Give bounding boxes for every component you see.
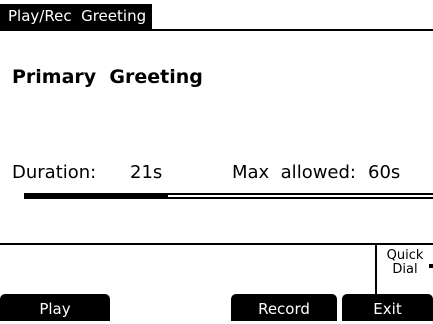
quick-dial-line2: Dial: [392, 262, 418, 277]
exit-softkey[interactable]: Exit: [342, 294, 433, 321]
quick-dial-indicator-icon: [429, 264, 433, 268]
record-softkey[interactable]: Record: [231, 294, 337, 321]
duration-label: Duration:: [12, 162, 97, 183]
phone-screen: Play/Rec Greeting Primary Greeting Durat…: [0, 0, 433, 321]
max-allowed-value: 60s: [368, 162, 401, 183]
greeting-heading: Primary Greeting: [12, 66, 203, 88]
quick-dial-line1: Quick: [386, 248, 424, 263]
softkey-divider: [0, 243, 433, 245]
progress-fill: [26, 195, 169, 197]
max-allowed-label: Max allowed:: [232, 162, 356, 183]
duration-value: 21s: [130, 162, 163, 183]
duration-progress-bar: [24, 193, 433, 199]
screen-title: Play/Rec Greeting: [0, 4, 153, 29]
title-rule: [0, 29, 433, 31]
play-softkey[interactable]: Play: [0, 294, 110, 321]
quick-dial-button[interactable]: Quick Dial: [375, 245, 433, 295]
